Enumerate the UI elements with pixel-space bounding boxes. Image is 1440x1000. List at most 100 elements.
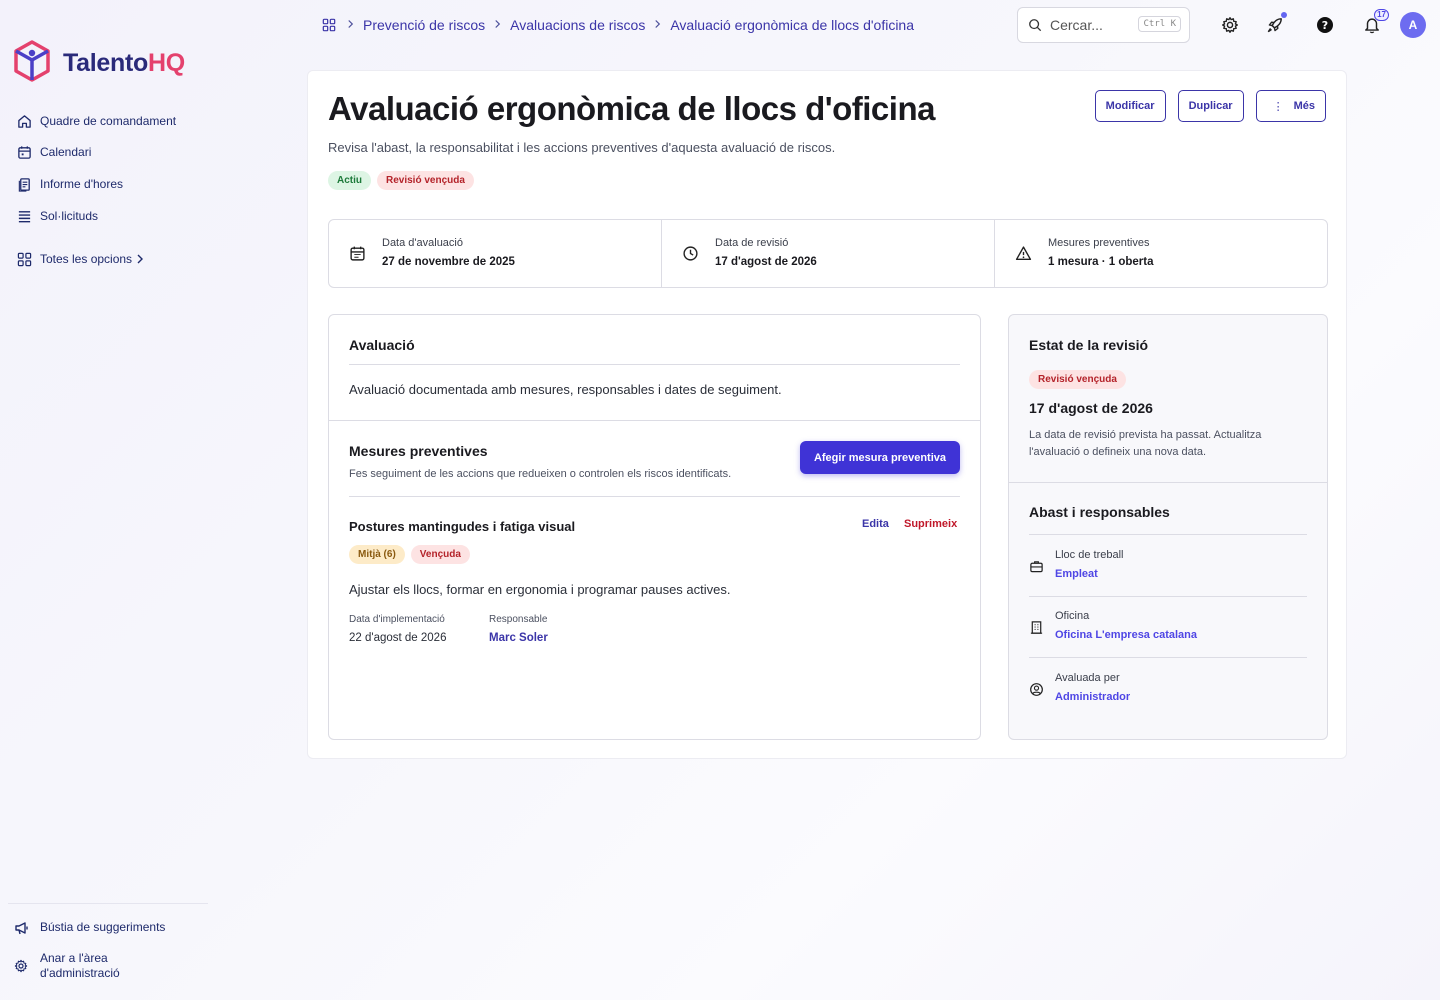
more-button[interactable]: ⋮ Més: [1255, 90, 1326, 122]
assessment-panel: Avaluació Avaluació documentada amb mesu…: [328, 314, 981, 740]
page-subtitle: Revisa l'abast, la responsabilitat i les…: [328, 140, 836, 155]
assessment-detail-card: Avaluació ergonòmica de llocs d'oficina …: [307, 70, 1347, 759]
measures-subtitle: Fes seguiment de les accions que redueix…: [349, 468, 732, 480]
notifications-count: 17: [1374, 9, 1389, 21]
help-button[interactable]: ?: [1314, 14, 1336, 36]
divider: [349, 364, 960, 365]
admin-area-line1: Anar a l'àrea: [40, 951, 108, 965]
notifications-button[interactable]: 17: [1361, 9, 1389, 36]
chevron-right-icon: [654, 18, 661, 32]
stat-label: Data d'avaluació: [382, 237, 463, 249]
report-icon: [16, 176, 32, 192]
evaluation-title: Avaluació: [349, 337, 415, 353]
chevron-right-icon: [347, 18, 354, 32]
divider: [1029, 596, 1307, 597]
admin-area-link[interactable]: Anar a l'àrea d'administració: [14, 951, 204, 981]
scope-value-link[interactable]: Administrador: [1055, 691, 1130, 703]
field-label: Data d'implementació: [349, 614, 445, 625]
sidebar-item-label: Sol·licituds: [40, 209, 99, 223]
stat-label: Mesures preventives: [1048, 237, 1150, 249]
home-icon: [16, 113, 32, 129]
modify-button[interactable]: Modificar: [1094, 90, 1166, 122]
risk-level-badge: Mitjà (6): [349, 545, 405, 564]
briefcase-icon: [1029, 559, 1045, 575]
sidebar-item-hours-report[interactable]: Informe d'hores: [16, 174, 123, 194]
status-badge-review-overdue: Revisió vençuda: [377, 171, 474, 190]
stat-label: Data de revisió: [715, 237, 789, 249]
stat-value: 27 de novembre de 2025: [382, 256, 515, 268]
measure-edit-link[interactable]: Edita: [862, 518, 889, 530]
divider: [1009, 482, 1327, 483]
breadcrumb-risk-prevention[interactable]: Prevenció de riscos: [363, 17, 485, 33]
page-title: Avaluació ergonòmica de llocs d'oficina: [328, 90, 935, 127]
sidebar-divider: [8, 903, 208, 904]
stat-value: 1 mesura · 1 oberta: [1048, 256, 1154, 268]
page-actions: Modificar Duplicar ⋮ Més: [1083, 90, 1326, 122]
rocket-icon: [1266, 16, 1284, 34]
measure-owner: Responsable Marc Soler: [489, 614, 548, 644]
sidebar-item-label: Totes les opcions: [40, 252, 133, 266]
grid-icon: [16, 251, 32, 267]
user-avatar[interactable]: A: [1400, 12, 1426, 38]
scope-label: Oficina: [1055, 610, 1090, 622]
breadcrumb: Prevenció de riscos Avaluacions de risco…: [322, 15, 914, 35]
stat-value: 17 d'agost de 2026: [715, 256, 817, 268]
review-note: La data de revisió prevista ha passat. A…: [1029, 429, 1262, 458]
apps-grid-icon[interactable]: [322, 18, 336, 32]
whats-new-button[interactable]: [1264, 12, 1287, 36]
stat-assessment-date: Data d'avaluació 27 de novembre de 2025: [329, 220, 662, 287]
list-icon: [16, 208, 32, 224]
sidebar-item-dashboard[interactable]: Quadre de comandament: [16, 111, 176, 131]
add-preventive-measure-button[interactable]: Afegir mesura preventiva: [799, 441, 960, 474]
search-icon: [1028, 18, 1042, 32]
divider: [329, 420, 980, 421]
brand-logo[interactable]: TalentoHQ: [12, 39, 185, 88]
scope-label: Lloc de treball: [1055, 549, 1124, 561]
more-button-label: Més: [1293, 100, 1315, 112]
gear-icon: [1221, 16, 1239, 34]
duplicate-button[interactable]: Duplicar: [1177, 90, 1244, 122]
help-icon: ?: [1316, 16, 1334, 34]
admin-area-line2: d'administració: [40, 966, 120, 980]
sidebar-all-options[interactable]: Totes les opcions: [16, 249, 144, 269]
svg-text:?: ?: [1322, 19, 1328, 32]
measure-implementation-date: Data d'implementació 22 d'agost de 2026: [349, 614, 446, 644]
search-input[interactable]: [1050, 17, 1136, 33]
search-box[interactable]: Ctrl K: [1017, 7, 1190, 43]
review-date: 17 d'agost de 2026: [1029, 400, 1153, 416]
divider: [1029, 534, 1307, 535]
scope-title: Abast i responsables: [1029, 504, 1170, 520]
breadcrumb-risk-assessments[interactable]: Avaluacions de riscos: [510, 17, 645, 33]
calendar-icon: [349, 245, 367, 263]
owner-link[interactable]: Marc Soler: [489, 632, 548, 644]
settings-button[interactable]: [1219, 14, 1241, 36]
sidebar-item-requests[interactable]: Sol·licituds: [16, 206, 98, 226]
scope-label: Avaluada per: [1055, 672, 1120, 684]
scope-value-link[interactable]: Empleat: [1055, 568, 1098, 580]
chevron-right-icon: [136, 254, 144, 264]
more-vertical-icon: ⋮: [1272, 100, 1284, 113]
suggestions-label: Bústia de suggeriments: [40, 920, 166, 934]
stat-review-date: Data de revisió 17 d'agost de 2026: [662, 220, 995, 287]
clock-icon: [682, 245, 700, 263]
suggestions-link[interactable]: Bústia de suggeriments: [14, 920, 204, 936]
breadcrumb-current[interactable]: Avaluació ergonòmica de llocs d'oficina: [670, 17, 914, 33]
user-circle-icon: [1029, 682, 1045, 698]
measure-delete-link[interactable]: Suprimeix: [904, 518, 957, 530]
measure-tags: Mitjà (6) Vençuda: [349, 545, 476, 564]
review-status-title: Estat de la revisió: [1029, 337, 1149, 353]
brand-name: TalentoHQ: [63, 49, 185, 77]
sidebar: TalentoHQ Quadre de comandament Calendar…: [0, 0, 210, 1000]
field-label: Responsable: [489, 614, 548, 625]
summary-stats: Data d'avaluació 27 de novembre de 2025 …: [328, 219, 1328, 288]
sidebar-item-label: Calendari: [40, 145, 92, 159]
sidebar-item-calendar[interactable]: Calendari: [16, 142, 91, 162]
scope-value-link[interactable]: Oficina L'empresa catalana: [1055, 629, 1197, 641]
measure-description: Ajustar els llocs, formar en ergonomia i…: [349, 582, 731, 597]
review-scope-panel: Estat de la revisió Revisió vençuda 17 d…: [1008, 314, 1328, 740]
gear-icon: [14, 959, 30, 975]
megaphone-icon: [14, 920, 30, 936]
sidebar-item-label: Quadre de comandament: [40, 114, 177, 128]
divider: [1029, 657, 1307, 658]
building-icon: [1029, 620, 1045, 636]
